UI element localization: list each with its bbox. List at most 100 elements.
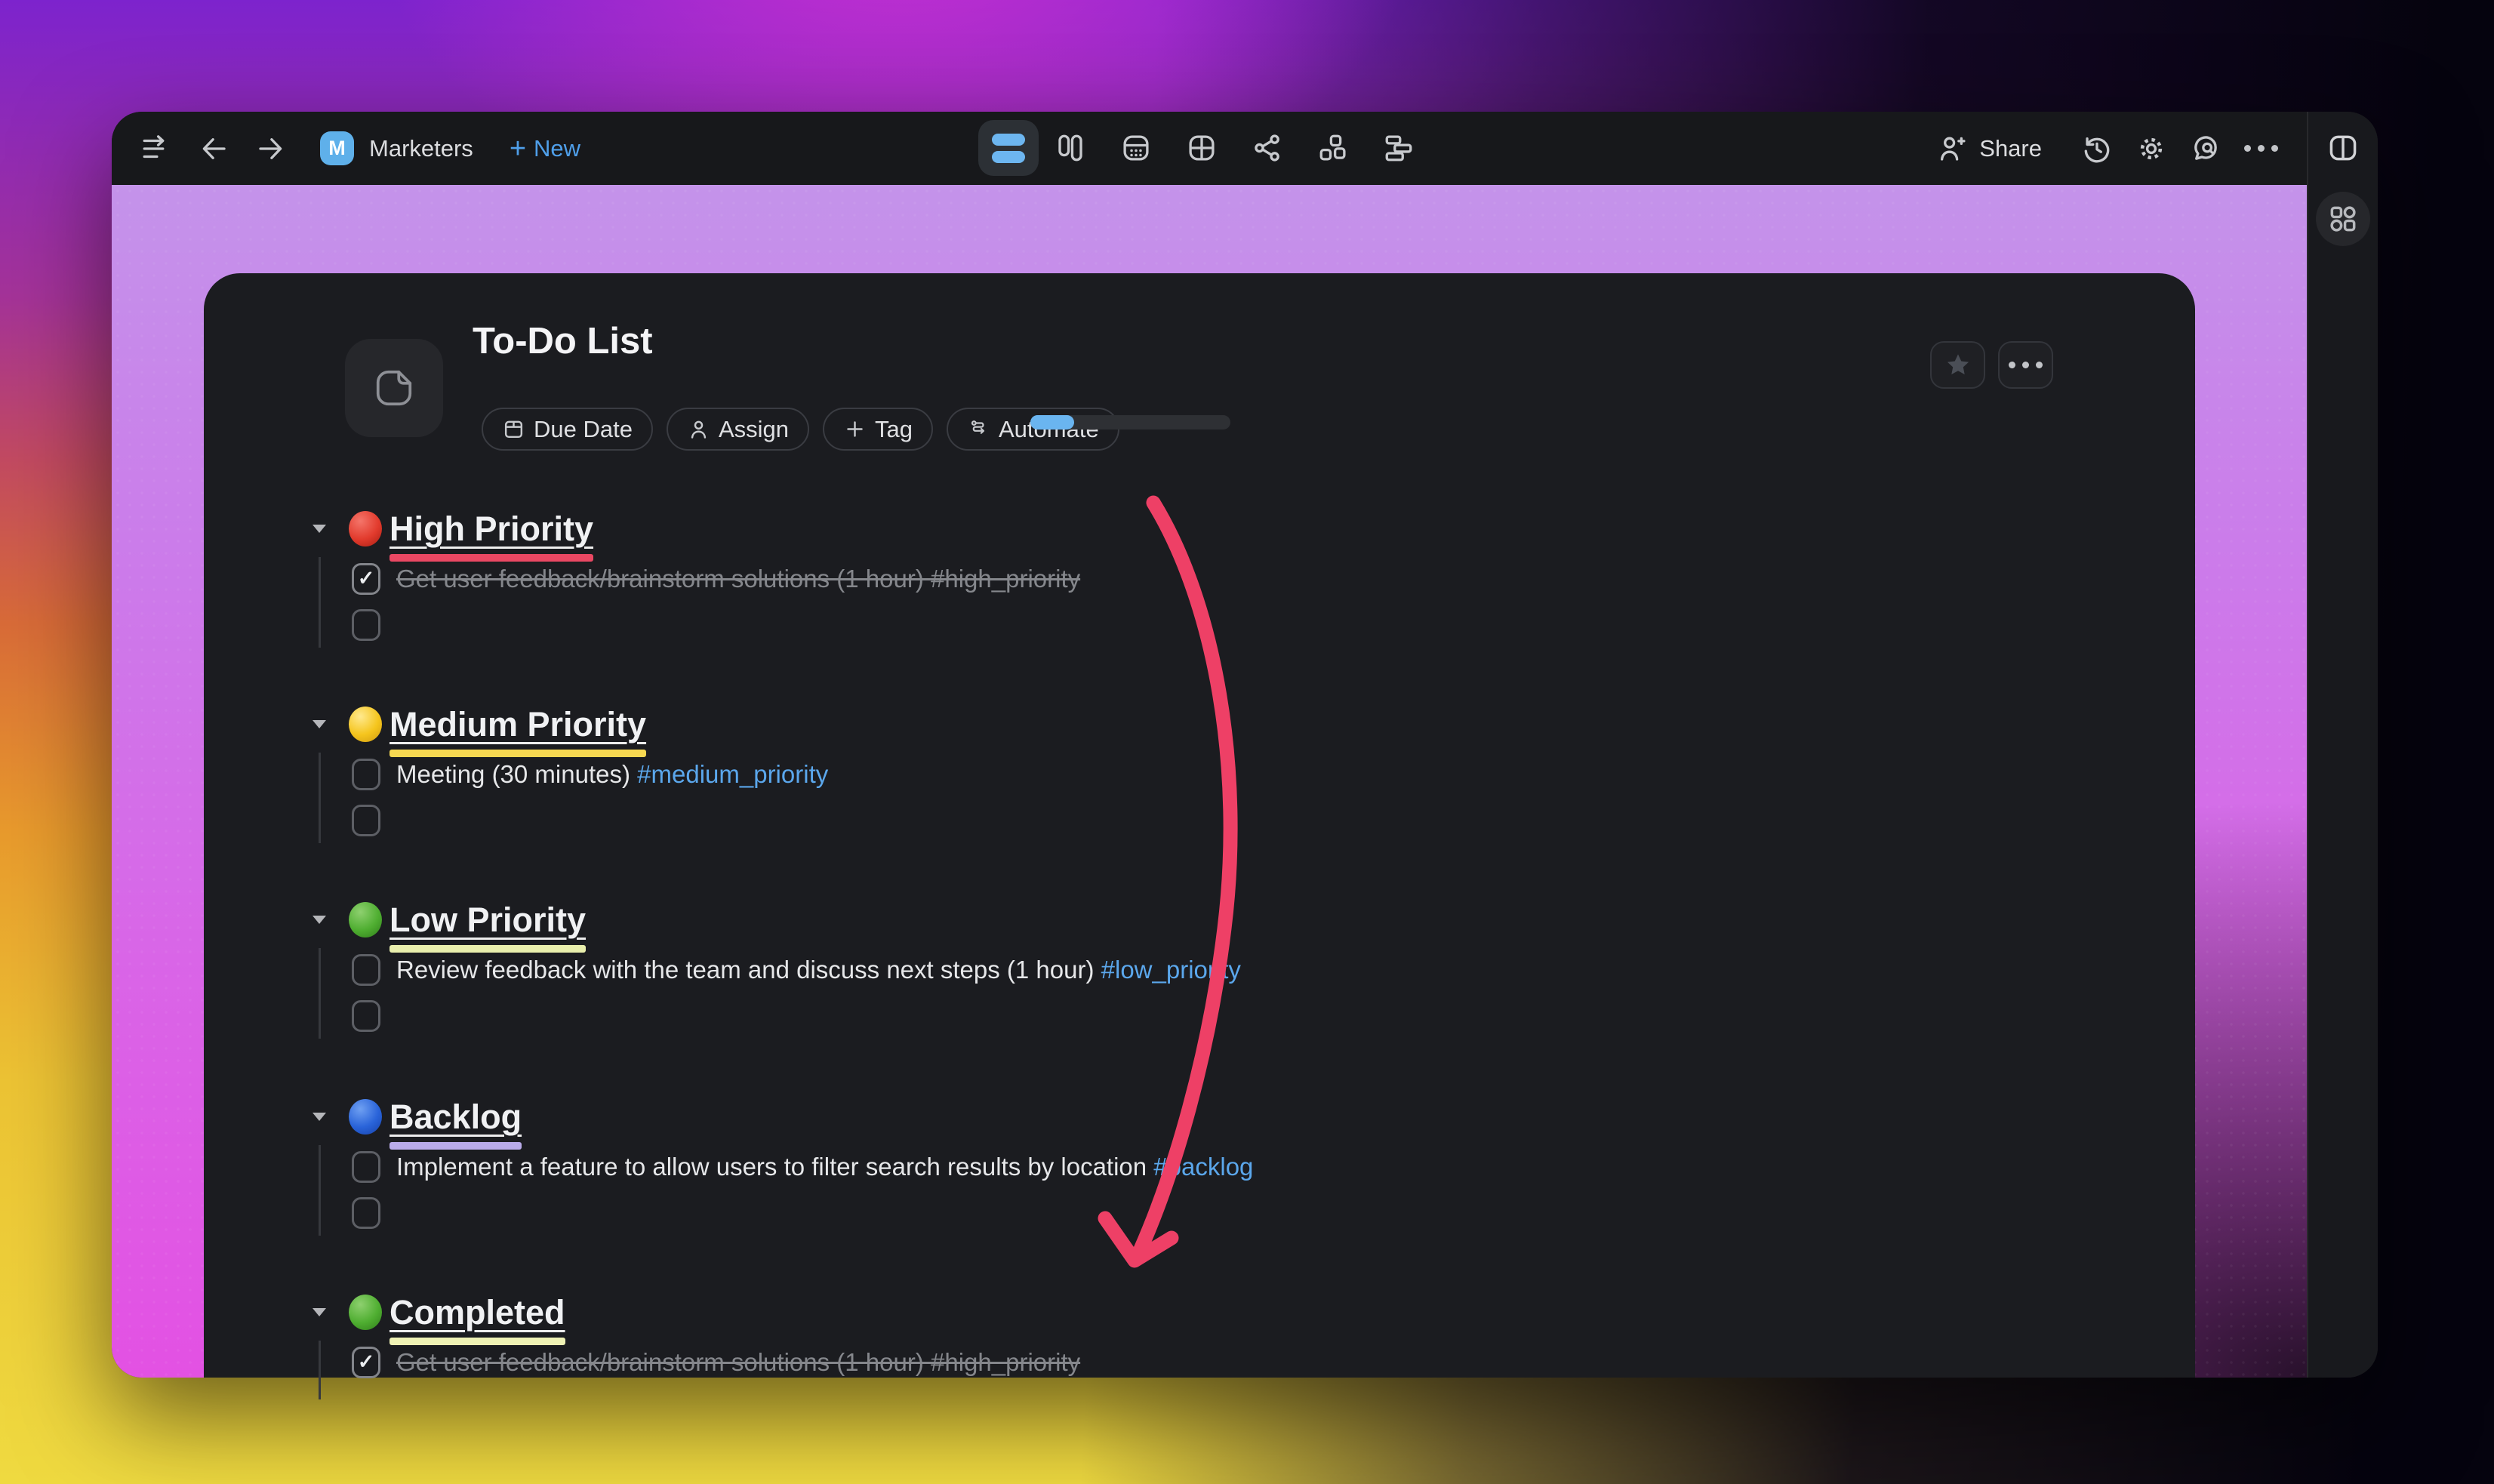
section-title[interactable]: Low Priority bbox=[389, 901, 586, 939]
hashtag-link: #low_priority bbox=[1101, 956, 1241, 984]
calendar-view-icon[interactable] bbox=[1120, 132, 1152, 164]
checkbox-unchecked[interactable] bbox=[352, 805, 380, 836]
star-icon bbox=[1947, 353, 1969, 374]
checkbox-unchecked[interactable] bbox=[352, 1197, 380, 1229]
app-window: M Marketers + New Share To-Do List Due D… bbox=[112, 112, 2378, 1399]
task-row: Get user feedback/brainstorm solutions (… bbox=[352, 1345, 1080, 1380]
sidebar-toggle-icon[interactable] bbox=[140, 133, 172, 165]
favorite-star-button[interactable] bbox=[1930, 341, 1985, 389]
document-action-row: Due Date Assign Tag bbox=[482, 408, 1119, 451]
hashtag-link: #backlog bbox=[1153, 1153, 1254, 1181]
disclosure-triangle-icon[interactable] bbox=[313, 525, 326, 533]
document-icon bbox=[376, 370, 412, 406]
panel-toggle-icon[interactable] bbox=[2326, 131, 2360, 165]
more-options-icon[interactable] bbox=[2244, 145, 2278, 152]
desktop-background: M Marketers + New Share To-Do List Due D… bbox=[0, 0, 2494, 1484]
checkbox-unchecked[interactable] bbox=[352, 954, 380, 986]
task-text[interactable]: Get user feedback/brainstorm solutions (… bbox=[396, 1348, 1080, 1377]
board-view-icon[interactable] bbox=[1317, 132, 1349, 164]
automation-icon bbox=[971, 420, 985, 434]
task-row: Meeting (30 minutes) #medium_priority bbox=[352, 757, 828, 792]
indent-guide bbox=[319, 1145, 321, 1236]
task-row: Get user feedback/brainstorm solutions (… bbox=[352, 562, 1080, 596]
disclosure-triangle-icon[interactable] bbox=[313, 1308, 326, 1316]
apps-grid-icon bbox=[2330, 206, 2356, 232]
view-switcher bbox=[978, 120, 1415, 176]
section-title[interactable]: Medium Priority bbox=[389, 705, 646, 744]
share-button-label[interactable]: Share bbox=[1979, 135, 2042, 162]
hashtag-link: #medium_priority bbox=[637, 760, 829, 788]
forward-arrow-icon[interactable] bbox=[255, 133, 287, 165]
plus-icon bbox=[847, 421, 863, 437]
section-underline-marker bbox=[389, 1142, 522, 1150]
assign-button[interactable]: Assign bbox=[666, 408, 810, 451]
right-rail bbox=[2307, 112, 2378, 1378]
due-date-button[interactable]: Due Date bbox=[482, 408, 653, 451]
checkbox-checked[interactable] bbox=[352, 563, 380, 595]
share-person-icon[interactable] bbox=[1937, 133, 1969, 165]
ellipsis-icon bbox=[2009, 362, 2043, 368]
card-more-button[interactable] bbox=[1998, 341, 2053, 389]
yellow-circle-emoji bbox=[349, 707, 382, 742]
top-toolbar: M Marketers + New Share bbox=[112, 112, 2308, 185]
red-circle-emoji bbox=[349, 511, 382, 546]
section-title[interactable]: Completed bbox=[389, 1293, 565, 1332]
section-title[interactable]: Backlog bbox=[389, 1098, 522, 1136]
section-underline-marker bbox=[389, 554, 594, 562]
indent-guide bbox=[319, 753, 321, 843]
disclosure-triangle-icon[interactable] bbox=[313, 720, 326, 728]
task-row: Review feedback with the team and discus… bbox=[352, 953, 1241, 987]
task-row: Implement a feature to allow users to fi… bbox=[352, 1150, 1253, 1184]
tag-label: Tag bbox=[875, 415, 913, 442]
apps-grid-button[interactable] bbox=[2316, 192, 2370, 246]
graph-view-icon[interactable] bbox=[1252, 132, 1283, 164]
checkbox-unchecked[interactable] bbox=[352, 609, 380, 641]
indent-guide bbox=[319, 948, 321, 1039]
chat-search-icon[interactable] bbox=[2190, 133, 2222, 165]
new-button[interactable]: + New bbox=[509, 132, 581, 165]
toolbar-left-group: M Marketers + New bbox=[140, 131, 580, 165]
section-underline-marker bbox=[389, 945, 587, 953]
gear-icon[interactable] bbox=[2135, 133, 2167, 165]
progress-fill bbox=[1030, 415, 1075, 429]
hashtag-link: #high_priority bbox=[931, 1348, 1081, 1376]
history-icon[interactable] bbox=[2081, 133, 2113, 165]
indent-guide bbox=[319, 1341, 321, 1399]
task-text[interactable]: Meeting (30 minutes) #medium_priority bbox=[396, 760, 828, 789]
hashtag-link: #high_priority bbox=[931, 565, 1081, 593]
indent-guide bbox=[319, 557, 321, 648]
empty-task-row bbox=[352, 1196, 380, 1230]
back-arrow-icon[interactable] bbox=[198, 133, 229, 165]
table-view-icon[interactable] bbox=[1186, 132, 1218, 164]
section-title[interactable]: High Priority bbox=[389, 510, 593, 548]
toolbar-right-group: Share bbox=[1937, 133, 2308, 165]
checkbox-checked[interactable] bbox=[352, 1347, 380, 1378]
task-text[interactable]: Get user feedback/brainstorm solutions (… bbox=[396, 565, 1080, 593]
workspace-name[interactable]: Marketers bbox=[369, 135, 473, 162]
page-view-icon[interactable] bbox=[978, 120, 1039, 176]
checkbox-unchecked[interactable] bbox=[352, 759, 380, 790]
plus-icon: + bbox=[509, 132, 527, 165]
checkbox-unchecked[interactable] bbox=[352, 1000, 380, 1032]
content-backdrop: To-Do List Due Date Assign Tag High Prio… bbox=[112, 185, 2308, 1399]
checkbox-unchecked[interactable] bbox=[352, 1151, 380, 1183]
green-circle-emoji bbox=[349, 902, 382, 938]
empty-task-row bbox=[352, 608, 380, 642]
new-button-label: New bbox=[534, 134, 581, 162]
section-underline-marker bbox=[389, 1338, 565, 1345]
blue-circle-emoji bbox=[349, 1099, 382, 1135]
section-underline-marker bbox=[389, 750, 647, 757]
disclosure-triangle-icon[interactable] bbox=[313, 916, 326, 924]
assign-label: Assign bbox=[718, 415, 790, 442]
empty-task-row bbox=[352, 999, 380, 1033]
tag-button[interactable]: Tag bbox=[823, 408, 933, 451]
page-title[interactable]: To-Do List bbox=[473, 320, 653, 362]
workspace-avatar[interactable]: M bbox=[320, 131, 354, 165]
document-icon-tile[interactable] bbox=[345, 339, 443, 437]
task-text[interactable]: Implement a feature to allow users to fi… bbox=[396, 1153, 1253, 1181]
disclosure-triangle-icon[interactable] bbox=[313, 1113, 326, 1121]
kanban-view-icon[interactable] bbox=[1055, 132, 1086, 164]
timeline-view-icon[interactable] bbox=[1383, 132, 1415, 164]
task-text[interactable]: Review feedback with the team and discus… bbox=[396, 956, 1241, 984]
calendar-icon bbox=[504, 420, 523, 439]
